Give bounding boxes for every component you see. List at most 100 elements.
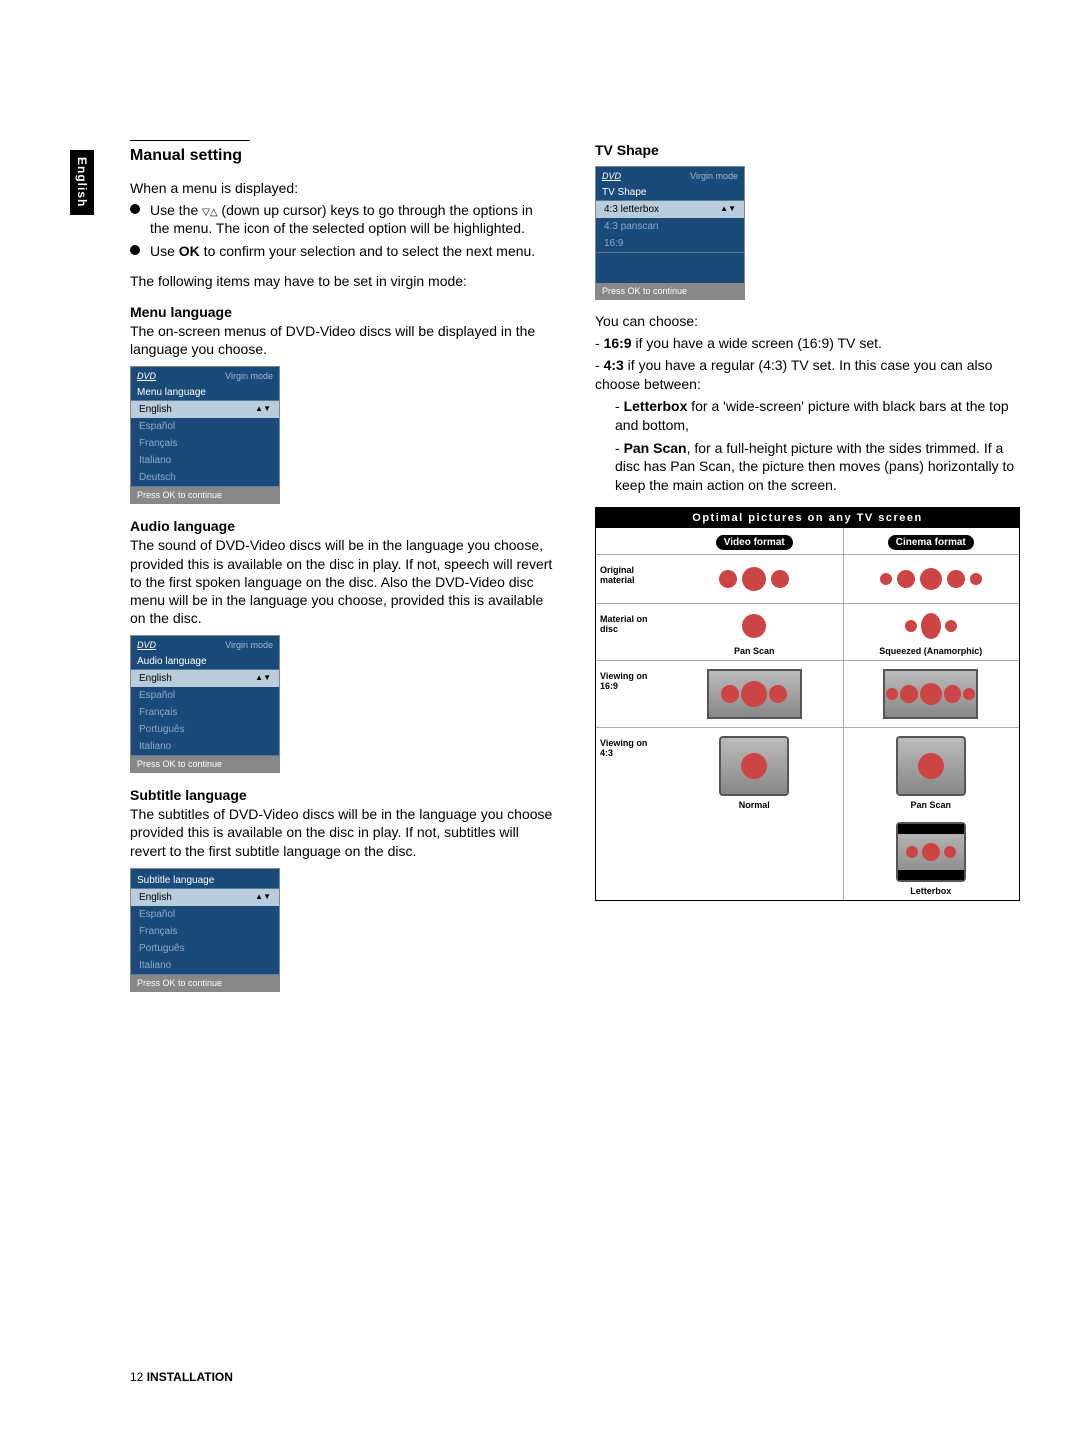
basketball-icon	[944, 685, 962, 703]
caption-pan-scan: Pan Scan	[670, 646, 839, 656]
caption-letterbox: Letterbox	[847, 886, 1016, 896]
osd-item: Italiano	[131, 738, 279, 755]
video-format-badge: Video format	[716, 535, 793, 550]
audio-language-text: The sound of DVD-Video discs will be in …	[130, 536, 555, 627]
up-triangle-icon: △	[210, 208, 218, 218]
audio-language-heading: Audio language	[130, 518, 555, 534]
basketball-icon	[742, 567, 766, 591]
updown-arrows-icon: ▲▼	[255, 892, 271, 903]
tv-can-choose: You can choose:	[595, 312, 1020, 330]
osd-item-english: English▲▼	[131, 889, 279, 906]
following-text: The following items may have to be set i…	[130, 272, 555, 290]
basketball-icon	[741, 681, 767, 707]
osd-item: Español	[131, 418, 279, 435]
tv-shape-heading: TV Shape	[595, 142, 1020, 158]
osd-item: Italiano	[131, 957, 279, 974]
osd-footer: Press OK to continue	[131, 756, 279, 772]
osd-item: 4:3 panscan	[596, 218, 744, 235]
page-body: Manual setting When a menu is displayed:…	[130, 140, 1020, 1004]
basketball-icon	[719, 570, 737, 588]
basketball-icon	[947, 570, 965, 588]
osd-footer: Press OK to continue	[596, 283, 744, 299]
basketball-icon	[945, 620, 957, 632]
label-original-material: Original material	[596, 554, 666, 603]
tv-letterbox-line: - Letterbox for a 'wide-screen' picture …	[615, 397, 1020, 435]
tv-43-icon	[719, 736, 789, 796]
osd-item: Français	[131, 923, 279, 940]
tv-43-line: - 4:3 if you have a regular (4:3) TV set…	[595, 356, 1020, 392]
bullet2-pre: Use	[150, 243, 179, 259]
cinema-format-badge: Cinema format	[888, 535, 974, 550]
basketball-icon	[886, 688, 898, 700]
osd-subtitle-language: Subtitle language English▲▼ Español Fran…	[130, 868, 280, 992]
basketball-icon	[920, 568, 942, 590]
cell-original-cinema	[843, 554, 1020, 603]
osd-item: Español	[131, 687, 279, 704]
label-viewing-169: Viewing on 16:9	[596, 660, 666, 727]
menu-language-text: The on-screen menus of DVD-Video discs w…	[130, 322, 555, 358]
subtitle-language-heading: Subtitle language	[130, 787, 555, 803]
osd-section-title: Audio language	[131, 652, 279, 669]
bullet-cursor-keys: Use the ▽△ (down up cursor) keys to go t…	[130, 201, 555, 237]
basketball-icon	[906, 846, 918, 858]
tv-43-icon	[896, 736, 966, 796]
tv-43-icon	[896, 822, 966, 882]
bullet-dot-icon	[130, 245, 140, 255]
page-number: 12	[130, 1370, 143, 1384]
page-footer: 12 INSTALLATION	[130, 1370, 233, 1384]
osd-mode-label: Virgin mode	[690, 171, 738, 181]
osd-tv-shape-list: 4:3 letterbox▲▼ 4:3 panscan 16:9	[596, 200, 744, 253]
left-column: Manual setting When a menu is displayed:…	[130, 140, 555, 1004]
cell-43-cinema-letterbox: Letterbox	[843, 814, 1020, 900]
basketball-icon	[921, 613, 941, 639]
basketball-icon	[970, 573, 982, 585]
subtitle-language-text: The subtitles of DVD-Video discs will be…	[130, 805, 555, 860]
osd-item: Español	[131, 906, 279, 923]
basketball-icon	[918, 753, 944, 779]
osd-audio-language-list: English▲▼ Español Français Português Ita…	[131, 669, 279, 756]
bullet-ok: Use OK to confirm your selection and to …	[130, 242, 555, 260]
right-column: TV Shape DVD Virgin mode TV Shape 4:3 le…	[595, 140, 1020, 1004]
osd-menu-language: DVD Virgin mode Menu language English▲▼ …	[130, 366, 280, 504]
menu-language-heading: Menu language	[130, 304, 555, 320]
basketball-icon	[742, 614, 766, 638]
basketball-icon	[922, 843, 940, 861]
osd-item: Português	[131, 940, 279, 957]
section-name: INSTALLATION	[147, 1370, 233, 1384]
down-triangle-icon: ▽	[202, 208, 210, 218]
osd-mode-label: Virgin mode	[225, 371, 273, 381]
osd-section-title: Subtitle language	[131, 871, 279, 888]
heading-rule	[130, 140, 250, 141]
instruction-bullets: Use the ▽△ (down up cursor) keys to go t…	[130, 201, 555, 260]
tv-169-icon	[883, 669, 978, 719]
updown-arrows-icon: ▲▼	[255, 404, 271, 415]
label-viewing-43: Viewing on 4:3	[596, 727, 666, 814]
basketball-icon	[900, 685, 918, 703]
osd-menu-language-list: English▲▼ Español Français Italiano Deut…	[131, 400, 279, 487]
bullet-dot-icon	[130, 204, 140, 214]
tv-169-icon	[707, 669, 802, 719]
intro-text: When a menu is displayed:	[130, 179, 555, 197]
basketball-icon	[769, 685, 787, 703]
basketball-icon	[897, 570, 915, 588]
caption-normal: Normal	[670, 800, 839, 810]
osd-section-title: TV Shape	[596, 183, 744, 200]
bullet1-pre: Use the	[150, 202, 202, 218]
osd-subtitle-language-list: English▲▼ Español Français Português Ita…	[131, 888, 279, 975]
basketball-icon	[905, 620, 917, 632]
cell-169-video	[666, 660, 843, 727]
bullet2-bold: OK	[179, 243, 200, 259]
osd-tv-shape: DVD Virgin mode TV Shape 4:3 letterbox▲▼…	[595, 166, 745, 300]
basketball-icon	[963, 688, 975, 700]
cell-169-cinema	[843, 660, 1020, 727]
diagram-header: Optimal pictures on any TV screen	[596, 508, 1019, 528]
osd-dvd-label: DVD	[137, 371, 156, 381]
tv-format-diagram: Optimal pictures on any TV screen Video …	[595, 507, 1020, 901]
osd-dvd-label: DVD	[137, 640, 156, 650]
tv-169-line: - 16:9 if you have a wide screen (16:9) …	[595, 334, 1020, 352]
osd-mode-label: Virgin mode	[225, 640, 273, 650]
osd-footer: Press OK to continue	[131, 975, 279, 991]
bullet2-post: to confirm your selection and to select …	[200, 243, 535, 259]
osd-item-english: English▲▼	[131, 670, 279, 687]
osd-dvd-label: DVD	[602, 171, 621, 181]
